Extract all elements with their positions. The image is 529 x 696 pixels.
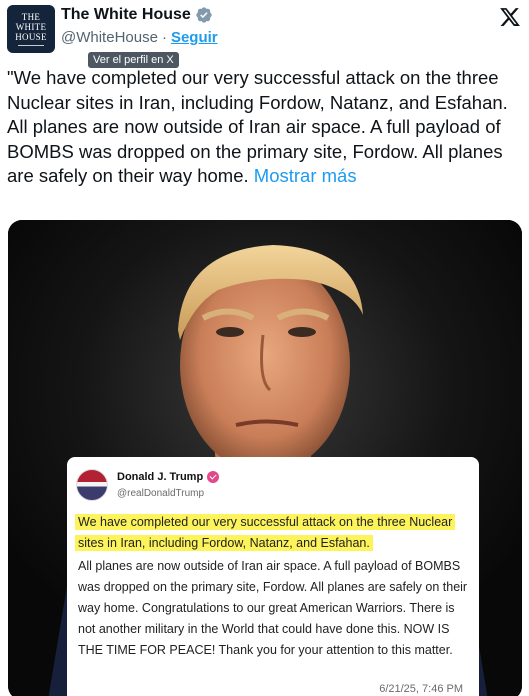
name-row: The White House — [61, 6, 213, 24]
x-logo-icon[interactable] — [499, 6, 521, 28]
embedded-post-handle: @realDonaldTrump — [117, 488, 205, 499]
tweet-text: "We have completed our very successful a… — [7, 66, 522, 189]
embedded-post-avatar — [76, 469, 108, 501]
profile-tooltip: Ver el perfil en X — [88, 52, 179, 68]
embedded-post-name: Donald J. Trump — [117, 471, 204, 483]
handle-separator: · — [161, 29, 167, 46]
avatar-text-3: HOUSE — [15, 32, 47, 42]
embedded-post-name-row: Donald J. Trump — [117, 471, 220, 483]
follow-button[interactable]: Seguir — [171, 29, 218, 46]
verified-badge-icon — [207, 471, 220, 483]
avatar[interactable]: THE WHITE HOUSE — [7, 5, 55, 53]
tweet-header: THE WHITE HOUSE The White House @WhiteHo… — [0, 0, 529, 60]
avatar-rule — [18, 45, 44, 46]
verified-badge-icon — [196, 7, 212, 23]
avatar-text-1: THE — [21, 12, 41, 22]
account-name[interactable]: The White House — [61, 6, 191, 24]
tweet-media[interactable]: Donald J. Trump @realDonaldTrump We have… — [8, 220, 522, 696]
handle-row: @WhiteHouse · Seguir — [61, 29, 218, 46]
show-more-link[interactable]: Mostrar más — [254, 165, 357, 186]
highlighted-text: We have completed our very successful at… — [75, 514, 456, 551]
embedded-post-highlighted-text: We have completed our very successful at… — [75, 512, 465, 554]
embedded-post-date: 6/21/25, 7:46 PM — [379, 683, 463, 695]
embedded-post-body: All planes are now outside of Iran air s… — [78, 559, 468, 657]
account-handle[interactable]: @WhiteHouse — [61, 29, 158, 46]
avatar-text-2: WHITE — [15, 22, 47, 32]
embedded-post-card: Donald J. Trump @realDonaldTrump We have… — [67, 457, 479, 696]
